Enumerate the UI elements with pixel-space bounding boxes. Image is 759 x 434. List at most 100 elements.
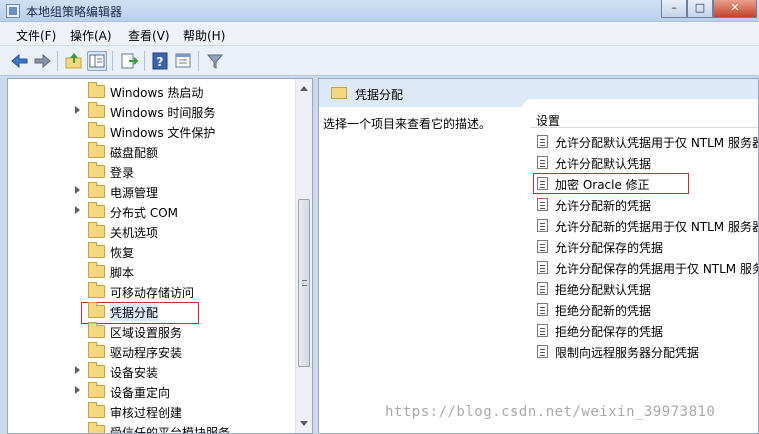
header-divider: [530, 127, 758, 128]
setting-row[interactable]: 拒绝分配默认凭据: [537, 279, 758, 299]
setting-row[interactable]: 限制向远程服务器分配凭据: [537, 342, 758, 362]
setting-label: 允许分配保存的凭据: [555, 241, 664, 255]
up-folder-icon[interactable]: [64, 51, 84, 71]
tree-item-label: 电源管理: [110, 186, 159, 200]
window-title: 本地组策略编辑器: [26, 5, 123, 19]
toolbar-separator: [112, 51, 113, 71]
policy-setting-icon: [537, 261, 548, 274]
policy-setting-icon: [537, 324, 548, 337]
folder-icon: [88, 222, 105, 238]
tree-item[interactable]: 登录: [8, 161, 298, 181]
policy-setting-icon: [537, 282, 548, 295]
folder-icon: [88, 262, 105, 278]
menu-file[interactable]: 文件(F): [16, 27, 56, 44]
back-icon[interactable]: [10, 51, 30, 71]
setting-row[interactable]: 拒绝分配新的凭据: [537, 300, 758, 320]
setting-row[interactable]: 允许分配默认凭据用于仅 NTLM 服务器: [537, 132, 759, 152]
menu-action[interactable]: 操作(A): [70, 27, 112, 44]
forward-icon[interactable]: [32, 51, 52, 71]
setting-label: 拒绝分配默认凭据: [555, 283, 652, 297]
menu-view[interactable]: 查看(V): [128, 27, 170, 44]
tree-item-label: 受信任的平台模块服务: [110, 426, 231, 434]
folder-icon: [88, 402, 105, 418]
folder-icon: [88, 242, 105, 258]
tree-item-label: 磁盘配额: [110, 146, 159, 160]
tree-item-label: Windows 热启动: [110, 86, 204, 100]
expand-arrow-icon[interactable]: [75, 386, 80, 394]
tree-item[interactable]: 凭据分配: [8, 301, 298, 321]
tree-item-label: 区域设置服务: [110, 326, 183, 340]
tree-item-label: 审核过程创建: [110, 406, 183, 420]
setting-row[interactable]: 拒绝分配保存的凭据: [537, 321, 758, 341]
setting-label: 允许分配新的凭据: [555, 199, 652, 213]
policy-setting-icon: [537, 156, 548, 169]
tree-item-label: Windows 时间服务: [110, 106, 216, 120]
folder-icon: [88, 162, 105, 178]
tree-item-label: 设备安装: [110, 366, 159, 380]
tree-pane[interactable]: Windows 热启动 Windows 时间服务 Windows 文件保护磁盘配额登…: [7, 78, 313, 434]
tree-item-label: 可移动存储访问: [110, 286, 195, 300]
policy-setting-icon: [537, 303, 548, 316]
filter-icon[interactable]: [205, 51, 225, 71]
description-text: 选择一个项目来查看它的描述。: [323, 117, 492, 131]
expand-arrow-icon[interactable]: [75, 206, 80, 214]
tree-item[interactable]: 审核过程创建: [8, 401, 298, 421]
tree-item-label: 分布式 COM: [110, 206, 178, 220]
grip-icon: [302, 280, 307, 286]
expand-arrow-icon[interactable]: [75, 186, 80, 194]
tree-item[interactable]: 磁盘配额: [8, 141, 298, 161]
export-list-icon[interactable]: [119, 51, 139, 71]
expand-arrow-icon[interactable]: [75, 106, 80, 114]
setting-row[interactable]: 允许分配新的凭据用于仅 NTLM 服务器: [537, 216, 758, 236]
svg-text:?: ?: [157, 55, 164, 69]
setting-row[interactable]: 允许分配保存的凭据: [537, 237, 758, 257]
maximize-button[interactable]: □: [687, 0, 713, 18]
title-bar: 本地组策略编辑器 – □ ✕: [0, 0, 759, 22]
setting-row[interactable]: 允许分配默认凭据: [537, 153, 758, 173]
tree-item[interactable]: 分布式 COM: [8, 201, 298, 221]
help-icon[interactable]: ?: [150, 51, 170, 71]
folder-icon: [88, 82, 105, 98]
settings-list: 设置 允许分配默认凭据用于仅 NTLM 服务器 允许分配默认凭据 加密 Oracle…: [522, 99, 759, 433]
tree-item[interactable]: 关机选项: [8, 221, 298, 241]
tree-item[interactable]: 可移动存储访问: [8, 281, 298, 301]
scroll-up-icon[interactable]: [300, 86, 308, 91]
properties-icon[interactable]: [173, 51, 193, 71]
tree-item[interactable]: Windows 时间服务: [8, 101, 298, 121]
folder-icon: [88, 282, 105, 298]
minimize-button[interactable]: –: [661, 0, 687, 18]
folder-icon: [88, 202, 105, 218]
setting-row[interactable]: 允许分配保存的凭据用于仅 NTLM 服务: [537, 258, 759, 278]
policy-setting-icon: [537, 240, 548, 253]
setting-label: 允许分配默认凭据: [555, 157, 652, 171]
tree-item[interactable]: 区域设置服务: [8, 321, 298, 341]
setting-label: 允许分配默认凭据用于仅 NTLM 服务器: [555, 136, 759, 150]
folder-icon: [88, 362, 105, 378]
close-button[interactable]: ✕: [713, 0, 757, 18]
folder-icon: [331, 87, 347, 99]
folder-icon: [88, 102, 105, 118]
tree-item[interactable]: 恢复: [8, 241, 298, 261]
folder-icon: [88, 122, 105, 138]
tree-item[interactable]: 设备安装: [8, 361, 298, 381]
tree-item[interactable]: Windows 文件保护: [8, 121, 298, 141]
tree-item[interactable]: Windows 热启动: [8, 81, 298, 101]
show-hide-tree-icon[interactable]: [87, 51, 107, 71]
tree-item[interactable]: 受信任的平台模块服务: [8, 421, 298, 434]
expand-arrow-icon[interactable]: [75, 366, 80, 374]
tree-item[interactable]: 脚本: [8, 261, 298, 281]
setting-label: 允许分配保存的凭据用于仅 NTLM 服务: [555, 262, 759, 276]
tree-item[interactable]: 电源管理: [8, 181, 298, 201]
setting-label: 拒绝分配保存的凭据: [555, 325, 664, 339]
toolbar-separator: [144, 51, 145, 71]
setting-row[interactable]: 允许分配新的凭据: [537, 195, 758, 215]
policy-setting-icon: [537, 219, 548, 232]
tree-item[interactable]: 驱动程序安装: [8, 341, 298, 361]
folder-icon: [88, 302, 105, 318]
app-icon: [6, 4, 20, 18]
scroll-thumb[interactable]: [298, 199, 310, 367]
tree-item[interactable]: 设备重定向: [8, 381, 298, 401]
setting-label: 拒绝分配新的凭据: [555, 304, 652, 318]
scroll-down-icon[interactable]: [300, 421, 308, 426]
menu-help[interactable]: 帮助(H): [183, 27, 225, 44]
